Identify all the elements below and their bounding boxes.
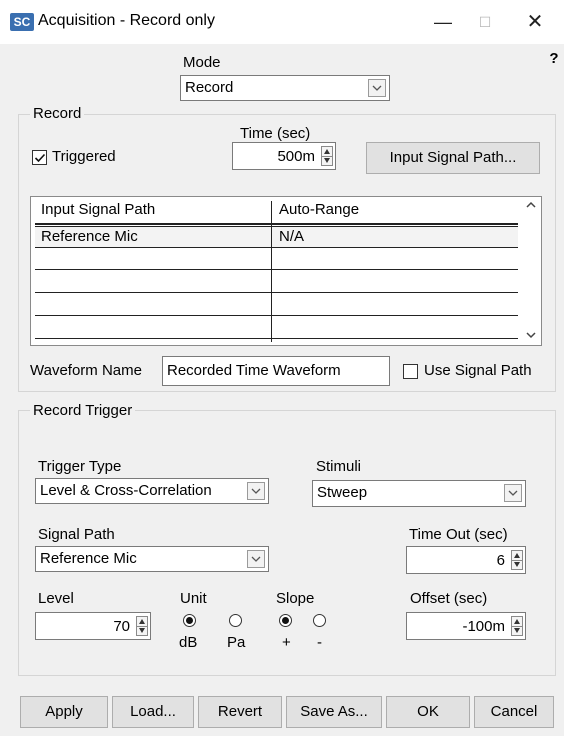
ok-button[interactable]: OK xyxy=(386,696,470,728)
unit-db-radio[interactable] xyxy=(183,614,196,627)
record-group-label: Record xyxy=(30,105,85,122)
record-trigger-group-label: Record Trigger xyxy=(30,402,136,419)
chevron-down-icon xyxy=(247,550,265,568)
scroll-down-icon[interactable] xyxy=(523,327,539,343)
time-value: 500m xyxy=(277,148,315,165)
unit-pa-label: Pa xyxy=(227,634,246,651)
signal-path-value: Reference Mic xyxy=(40,550,137,567)
window-title: Acquisition - Record only xyxy=(38,12,215,29)
apply-button[interactable]: Apply xyxy=(20,696,108,728)
slope-label: Slope xyxy=(276,590,315,607)
time-out-label: Time Out (sec) xyxy=(409,526,508,543)
time-out-spinner[interactable] xyxy=(511,550,523,570)
load-button[interactable]: Load... xyxy=(112,696,194,728)
level-label: Level xyxy=(38,590,74,607)
help-icon[interactable]: ? xyxy=(547,50,561,68)
offset-input[interactable]: -100m xyxy=(406,612,526,640)
table-header-auto-range[interactable]: Auto-Range xyxy=(279,201,359,218)
mode-select-value: Record xyxy=(185,79,234,96)
unit-db-label: dB xyxy=(179,634,198,651)
stimuli-value: Stweep xyxy=(317,484,368,501)
minimize-button[interactable]: — xyxy=(420,0,466,44)
triggered-checkbox[interactable] xyxy=(32,150,47,165)
slope-minus-radio[interactable] xyxy=(313,614,326,627)
revert-button[interactable]: Revert xyxy=(198,696,282,728)
level-value: 70 xyxy=(113,618,130,635)
cancel-button[interactable]: Cancel xyxy=(474,696,554,728)
waveform-name-value: Recorded Time Waveform xyxy=(167,362,341,379)
use-signal-path-label: Use Signal Path xyxy=(424,362,532,379)
chevron-down-icon xyxy=(247,482,265,500)
slope-plus-radio[interactable] xyxy=(279,614,292,627)
unit-label: Unit xyxy=(180,590,207,607)
save-as-button[interactable]: Save As... xyxy=(286,696,382,728)
chevron-down-icon xyxy=(504,484,522,502)
time-spinner[interactable] xyxy=(321,146,333,166)
time-out-value: 6 xyxy=(496,552,505,569)
app-logo: SC xyxy=(10,13,34,31)
close-button[interactable]: ✕ xyxy=(512,0,558,44)
chevron-down-icon xyxy=(368,79,386,97)
unit-pa-radio[interactable] xyxy=(229,614,242,627)
waveform-name-label: Waveform Name xyxy=(30,362,142,379)
triggered-label: Triggered xyxy=(52,148,116,165)
stimuli-select[interactable]: Stweep xyxy=(312,480,526,507)
trigger-type-select[interactable]: Level & Cross-Correlation xyxy=(35,478,269,504)
table-header-input-signal-path[interactable]: Input Signal Path xyxy=(41,201,155,218)
time-input[interactable]: 500m xyxy=(232,142,336,170)
checkmark-icon xyxy=(34,153,46,163)
scroll-up-icon[interactable] xyxy=(523,197,539,213)
offset-value: -100m xyxy=(462,618,505,635)
offset-label: Offset (sec) xyxy=(410,590,488,607)
table-cell-signal-path: Reference Mic xyxy=(41,228,138,245)
use-signal-path-checkbox[interactable] xyxy=(403,364,418,379)
trigger-type-label: Trigger Type xyxy=(38,458,122,475)
stimuli-label: Stimuli xyxy=(316,458,362,475)
mode-label: Mode xyxy=(183,54,221,71)
slope-minus-label: - xyxy=(317,634,322,651)
signal-path-select[interactable]: Reference Mic xyxy=(35,546,269,572)
offset-spinner[interactable] xyxy=(511,616,523,636)
waveform-name-input[interactable]: Recorded Time Waveform xyxy=(162,356,390,386)
level-spinner[interactable] xyxy=(136,616,148,636)
maximize-button[interactable]: ☐ xyxy=(462,0,508,44)
slope-plus-label: + xyxy=(282,634,291,651)
signal-path-label: Signal Path xyxy=(38,526,115,543)
input-signal-path-table[interactable]: Input Signal Path Auto-Range Reference M… xyxy=(30,196,542,346)
mode-select[interactable]: Record xyxy=(180,75,390,101)
input-signal-path-button[interactable]: Input Signal Path... xyxy=(366,142,540,174)
time-out-input[interactable]: 6 xyxy=(406,546,526,574)
table-cell-auto-range: N/A xyxy=(279,228,305,245)
trigger-type-value: Level & Cross-Correlation xyxy=(40,482,212,499)
time-label: Time (sec) xyxy=(240,125,311,142)
level-input[interactable]: 70 xyxy=(35,612,151,640)
